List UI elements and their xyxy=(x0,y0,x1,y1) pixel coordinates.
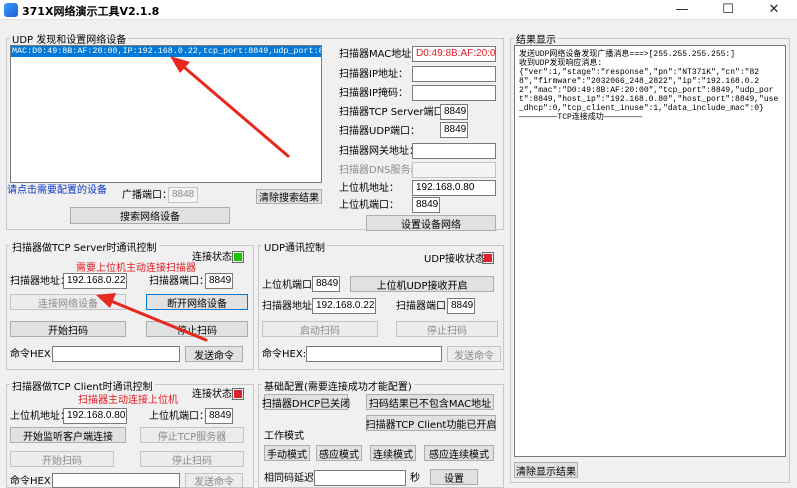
udp-ip-field[interactable]: 192.168.0.22 xyxy=(312,298,376,314)
continuous-mode-button[interactable]: 连续模式 xyxy=(370,445,416,461)
work-mode-label: 工作模式 xyxy=(264,431,304,442)
host-ip-label: 上位机地址： xyxy=(339,183,399,194)
udp-status-label: UDP接收状态 xyxy=(424,254,486,265)
tcp-client-note: 扫描器主动连接上位机 xyxy=(78,395,178,406)
scanner-tcp-port-field[interactable]: 8849 xyxy=(440,104,468,120)
tcp-client-status-label: 连接状态 xyxy=(192,389,232,400)
search-devices-button[interactable]: 搜索网络设备 xyxy=(70,207,230,224)
maximize-button[interactable]: ☐ xyxy=(705,0,751,20)
tcp-client-send-button[interactable]: 发送命令 xyxy=(185,473,243,488)
set-network-button[interactable]: 设置设备网络 xyxy=(366,215,496,231)
udp-host-port-field[interactable]: 8849 xyxy=(312,276,340,292)
result-line: ————————TCP连接成功———————— xyxy=(519,113,643,122)
udp-send-button[interactable]: 发送命令 xyxy=(447,346,501,362)
clear-search-button[interactable]: 清除搜索结果 xyxy=(256,189,322,204)
broadcast-port-label: 广播端口： xyxy=(122,190,172,201)
tcp-server-cmd-field[interactable] xyxy=(52,346,180,362)
tcp-server-status-label: 连接状态 xyxy=(192,252,232,263)
host-port-field[interactable]: 8849 xyxy=(412,197,440,213)
scanner-tcp-port-label: 扫描器TCP Server端口： xyxy=(339,107,454,118)
scanner-mask-field[interactable] xyxy=(412,85,496,101)
close-button[interactable]: ✕ xyxy=(751,0,797,20)
delay-label: 相同码延迟 xyxy=(264,473,314,484)
window-title: 371X网络演示工具V2.1.8 xyxy=(22,5,160,18)
scanner-ip-field[interactable] xyxy=(412,66,496,82)
udp-cmd-field[interactable] xyxy=(306,346,442,362)
tcp-server-ip-field[interactable]: 192.168.0.22 xyxy=(63,273,127,289)
device-list-item[interactable]: MAC:D0:49:8B:AF:20:00,IP:192.168.0.22,tc… xyxy=(11,46,321,57)
basic-config-title: 基础配置(需要连接成功才能配置) xyxy=(262,378,414,393)
result-line: {"ver":1,"stage":"response","pn":"NT371K… xyxy=(519,68,779,113)
tcp-server-cmd-label: 命令HEX: xyxy=(10,349,55,360)
tcp-client-start-scan-button[interactable]: 开始扫码 xyxy=(10,451,114,467)
delay-set-button[interactable]: 设置 xyxy=(430,469,478,485)
manual-mode-button[interactable]: 手动模式 xyxy=(264,445,310,461)
result-line: 发送UDP网络设备发现广播消息===>[255.255.255.255:] xyxy=(519,50,736,59)
sense-mode-button[interactable]: 感应模式 xyxy=(316,445,362,461)
tcp-client-cmd-label: 命令HEX: xyxy=(10,476,55,487)
dhcp-button[interactable]: 扫描器DHCP已关闭 xyxy=(262,394,350,410)
tcp-client-stop-scan-button[interactable]: 停止扫码 xyxy=(140,451,244,467)
tcp-server-port-label: 扫描器端口： xyxy=(149,276,209,287)
udp-open-receive-button[interactable]: 上位机UDP接收开启 xyxy=(350,276,494,292)
tcp-client-host-port-label: 上位机端口： xyxy=(149,411,209,422)
delay-field[interactable] xyxy=(314,470,406,486)
tcp-server-stop-scan-button[interactable]: 停止扫码 xyxy=(146,321,248,337)
scanner-mac-field[interactable]: D0:49:8B:AF:20:00 xyxy=(412,46,496,62)
app-icon xyxy=(4,3,18,17)
broadcast-port-field[interactable]: 8848 xyxy=(168,187,198,203)
tcp-client-title: 扫描器做TCP Client时通讯控制 xyxy=(10,378,155,393)
scanner-gateway-field[interactable] xyxy=(412,143,496,159)
udp-discovery-title: UDP 发现和设置网络设备 xyxy=(10,31,129,46)
results-log[interactable]: 发送UDP网络设备发现广播消息===>[255.255.255.255:] 收到… xyxy=(514,45,786,457)
host-port-label: 上位机端口： xyxy=(339,200,399,211)
tcp-server-ip-label: 扫描器地址： xyxy=(10,276,70,287)
include-mac-button[interactable]: 扫码结果已不包含MAC地址 xyxy=(366,394,494,410)
tcp-server-port-field[interactable]: 8849 xyxy=(205,273,233,289)
scanner-gateway-label: 扫描器网关地址： xyxy=(339,146,419,157)
connect-device-button[interactable]: 连接网络设备 xyxy=(10,294,126,310)
disconnect-device-button[interactable]: 断开网络设备 xyxy=(146,294,248,310)
tcp-client-host-ip-field[interactable]: 192.168.0.80 xyxy=(63,408,127,424)
tcp-server-start-scan-button[interactable]: 开始扫码 xyxy=(10,321,126,337)
scanner-udp-port-field[interactable]: 8849 xyxy=(440,122,468,138)
tcp-server-send-button[interactable]: 发送命令 xyxy=(185,346,243,362)
delay-unit: 秒 xyxy=(410,473,420,484)
results-title: 结果显示 xyxy=(514,31,558,46)
tcp-client-cmd-field[interactable] xyxy=(52,473,180,488)
udp-start-scan-button[interactable]: 启动扫码 xyxy=(262,321,378,337)
minimize-button[interactable]: — xyxy=(659,0,705,20)
device-list[interactable]: MAC:D0:49:8B:AF:20:00,IP:192.168.0.22,tc… xyxy=(10,45,322,183)
sense-continuous-mode-button[interactable]: 感应连续模式 xyxy=(424,445,494,461)
tcp-server-title: 扫描器做TCP Server时通讯控制 xyxy=(10,239,159,254)
host-ip-field[interactable]: 192.168.0.80 xyxy=(412,180,496,196)
udp-port-field[interactable]: 8849 xyxy=(447,298,475,314)
scanner-ip-label: 扫描器IP地址： xyxy=(339,69,408,80)
scanner-mask-label: 扫描器IP掩码： xyxy=(339,88,408,99)
udp-ctrl-title: UDP通讯控制 xyxy=(262,239,328,254)
tcp-client-feature-button[interactable]: 扫描器TCP Client功能已开启 xyxy=(366,415,496,431)
udp-status-led xyxy=(482,252,494,264)
udp-stop-scan-button[interactable]: 停止扫码 xyxy=(396,321,498,337)
device-hint: 请点击需要配置的设备 xyxy=(7,185,107,196)
tcp-server-status-led xyxy=(232,251,244,263)
scanner-udp-port-label: 扫描器UDP端口： xyxy=(339,126,421,137)
result-line: 收到UDP发现响应消息: xyxy=(519,59,603,68)
tcp-client-status-led xyxy=(232,388,244,400)
tcp-client-host-port-field[interactable]: 8849 xyxy=(205,408,233,424)
scanner-dns-field[interactable] xyxy=(412,162,496,178)
udp-cmd-label: 命令HEX: xyxy=(262,349,307,360)
scanner-mac-label: 扫描器MAC地址： xyxy=(339,49,422,60)
stop-tcp-server-button[interactable]: 停止TCP服务器 xyxy=(140,427,244,443)
clear-results-button[interactable]: 清除显示结果 xyxy=(514,462,578,478)
tcp-client-host-ip-label: 上位机地址： xyxy=(10,411,70,422)
start-listen-button[interactable]: 开始监听客户端连接 xyxy=(10,427,126,443)
